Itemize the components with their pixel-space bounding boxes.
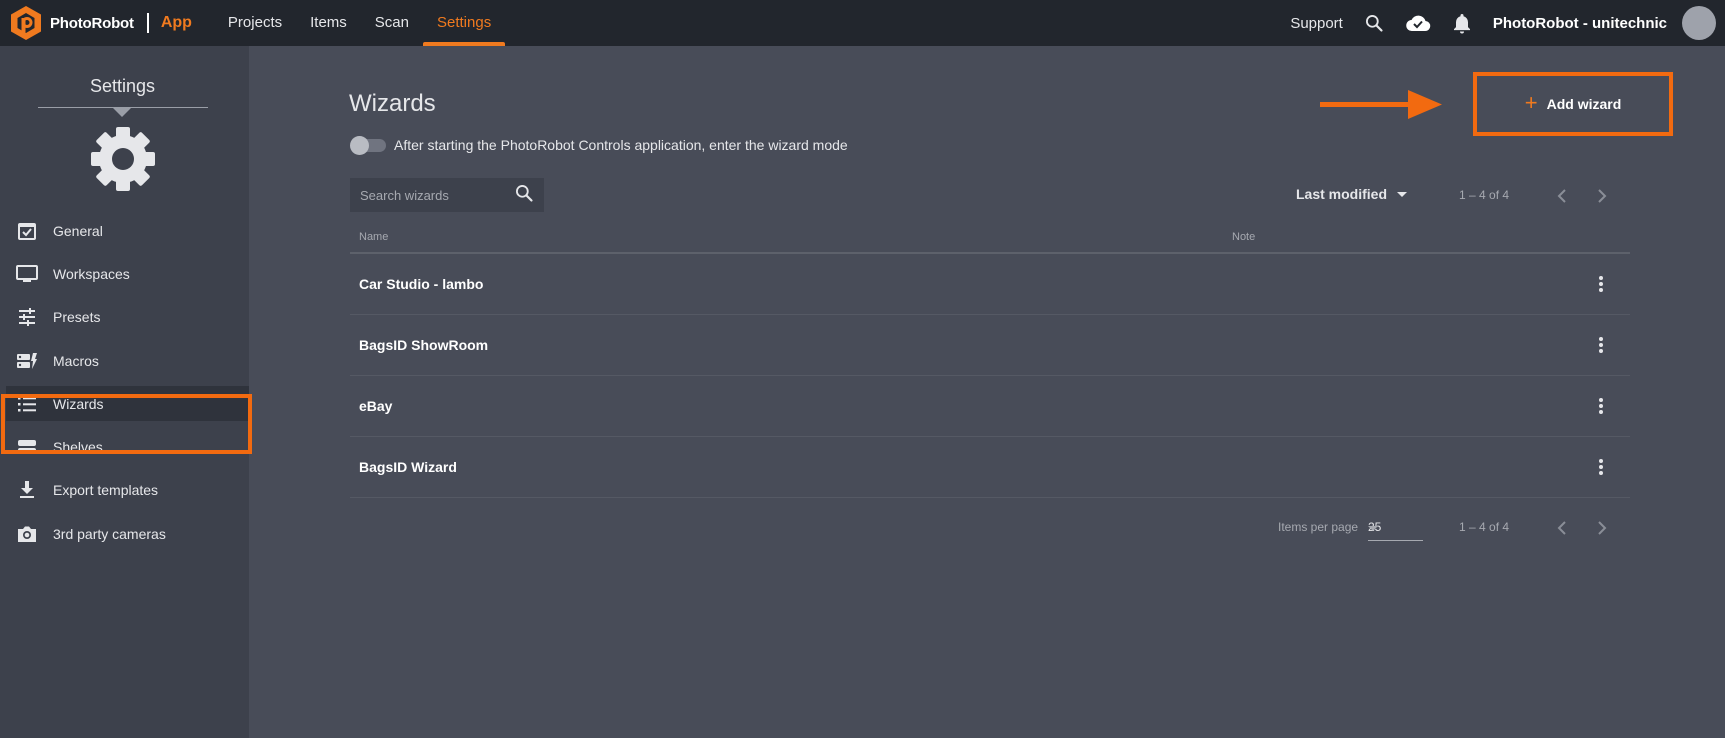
avatar[interactable] <box>1682 6 1716 40</box>
column-header-note[interactable]: Note <box>1232 231 1255 243</box>
sidebar-item-workspaces[interactable]: Workspaces <box>0 252 249 295</box>
brand-logo[interactable]: PhotoRobot App <box>8 0 192 46</box>
items-per-page-select[interactable]: 25 <box>1368 513 1423 541</box>
checkbox-calendar-icon <box>16 220 38 242</box>
table-row[interactable]: Car Studio - lambo <box>350 254 1630 315</box>
nav-projects[interactable]: Projects <box>214 0 296 46</box>
sidebar-item-export-templates[interactable]: Export templates <box>0 469 249 512</box>
wizard-mode-label: After starting the PhotoRobot Controls a… <box>394 137 848 153</box>
monitor-icon <box>16 263 38 285</box>
nav-items[interactable]: Items <box>296 0 361 46</box>
sort-label: Last modified <box>1296 186 1388 202</box>
plus-icon: + <box>1524 90 1538 115</box>
sidebar-item-macros[interactable]: Macros <box>0 339 249 382</box>
support-link[interactable]: Support <box>1290 15 1343 32</box>
sidebar-menu: General Workspaces Presets Macros Wizard… <box>0 209 249 555</box>
sort-dropdown[interactable]: Last modified <box>1296 186 1408 202</box>
sidebar-item-label: Export templates <box>53 482 159 499</box>
search-input[interactable] <box>360 187 500 203</box>
nav-settings[interactable]: Settings <box>423 0 506 46</box>
wizard-name: Car Studio - lambo <box>359 276 484 292</box>
chevron-down-icon <box>1397 191 1408 197</box>
add-wizard-button[interactable]: + Add wizard <box>1477 76 1669 132</box>
camera-icon <box>16 523 38 545</box>
search-box <box>350 178 544 212</box>
wizard-mode-setting: After starting the PhotoRobot Controls a… <box>350 136 848 155</box>
prev-page-icon[interactable] <box>1552 186 1572 206</box>
brand-app-label: App <box>160 14 192 31</box>
items-per-page-label: Items per page <box>1278 520 1359 534</box>
wizards-table: Name Note Car Studio - lambo BagsID Show… <box>350 228 1630 498</box>
range-label-bottom: 1 – 4 of 4 <box>1459 520 1510 534</box>
wizard-mode-toggle[interactable] <box>350 136 386 155</box>
sidebar-item-label: Presets <box>53 309 101 326</box>
sliders-icon <box>16 306 38 328</box>
next-page-icon[interactable] <box>1592 518 1612 538</box>
table-row[interactable]: BagsID ShowRoom <box>350 315 1630 376</box>
prev-page-icon[interactable] <box>1552 518 1572 538</box>
chevron-down-icon <box>1368 526 1378 531</box>
sidebar-item-3rd-party-cameras[interactable]: 3rd party cameras <box>0 512 249 555</box>
wizards-highlight-frame <box>1 394 252 454</box>
sidebar-item-label: Workspaces <box>53 265 130 282</box>
sidebar-item-presets[interactable]: Presets <box>0 296 249 339</box>
brand-name: PhotoRobot <box>50 14 134 32</box>
gear-icon <box>91 127 155 191</box>
search-icon[interactable] <box>1363 12 1385 34</box>
cloud-done-icon[interactable] <box>1405 12 1431 34</box>
sidebar-title: Settings <box>89 76 156 96</box>
brand-divider <box>146 13 149 33</box>
sidebar-item-label: Macros <box>53 352 99 369</box>
more-vert-icon[interactable] <box>1589 455 1613 479</box>
bell-icon[interactable] <box>1451 12 1473 34</box>
column-header-name[interactable]: Name <box>359 231 388 243</box>
sidebar-item-general[interactable]: General <box>0 209 249 252</box>
arrow-pointer-icon <box>1320 90 1442 119</box>
more-vert-icon[interactable] <box>1589 333 1613 357</box>
photorobot-hex-logo-icon <box>11 6 41 40</box>
more-vert-icon[interactable] <box>1589 272 1613 296</box>
page-title: Wizards <box>349 90 436 117</box>
range-label-top: 1 – 4 of 4 <box>1459 188 1510 202</box>
more-vert-icon[interactable] <box>1589 394 1613 418</box>
top-bar-actions: Support PhotoRobot - unitechnic <box>1290 0 1725 46</box>
wizard-name: eBay <box>359 398 393 414</box>
table-row[interactable]: eBay <box>350 376 1630 437</box>
sidebar-item-label: 3rd party cameras <box>53 525 166 542</box>
search-icon[interactable] <box>514 183 534 208</box>
wizard-name: BagsID ShowRoom <box>359 337 489 353</box>
nav-scan[interactable]: Scan <box>361 0 423 46</box>
add-wizard-label: Add wizard <box>1546 96 1622 112</box>
main-nav: Projects Items Scan Settings <box>214 0 506 46</box>
sidebar-caret <box>113 108 131 117</box>
account-name[interactable]: PhotoRobot - unitechnic <box>1493 15 1667 32</box>
wizard-name: BagsID Wizard <box>359 459 457 475</box>
macro-icon <box>16 350 38 372</box>
next-page-icon[interactable] <box>1592 186 1612 206</box>
top-bar: PhotoRobot App Projects Items Scan Setti… <box>0 0 1725 46</box>
table-header: Name Note <box>350 228 1630 254</box>
settings-sidebar: Settings General Workspaces Presets Macr… <box>0 46 249 738</box>
download-icon <box>16 479 38 501</box>
table-row[interactable]: BagsID Wizard <box>350 437 1630 498</box>
sidebar-item-label: General <box>53 222 103 239</box>
